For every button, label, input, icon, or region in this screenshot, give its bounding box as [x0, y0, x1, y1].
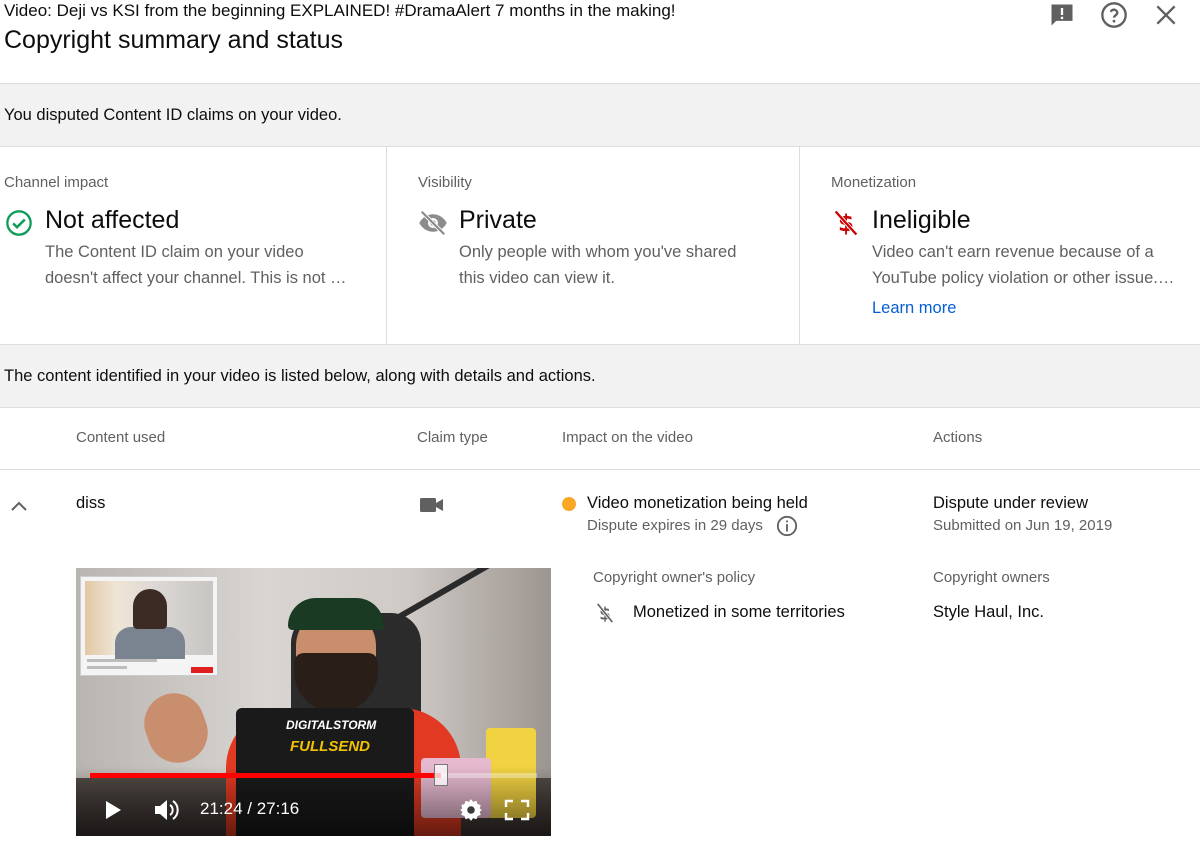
page-title: Copyright summary and status [4, 26, 344, 54]
table-header: Content used Claim type Impact on the vi… [0, 408, 1200, 470]
card-description-line: YouTube policy violation or other issue.… [872, 269, 1175, 287]
card-channel-impact: Channel impact Not affected The Content … [0, 147, 386, 344]
column-header-impact: Impact on the video [562, 429, 693, 446]
action-subtext: Submitted on Jun 19, 2019 [933, 517, 1113, 534]
pip-person-head [133, 589, 167, 629]
card-label: Visibility [418, 174, 472, 191]
pip-person-shirt [115, 627, 185, 659]
policy-label: Copyright owner's policy [593, 569, 756, 586]
card-status: Private [459, 206, 537, 234]
pip-image [85, 581, 213, 659]
card-visibility: Visibility Private Only people with whom… [386, 147, 799, 344]
feedback-icon[interactable] [1047, 0, 1077, 30]
card-description-line: The Content ID claim on your video [45, 243, 304, 261]
help-icon[interactable] [1099, 0, 1129, 30]
card-description: The Content ID claim on your video doesn… [45, 239, 355, 291]
settings-icon[interactable] [456, 796, 486, 824]
dispute-banner-text: You disputed Content ID claims on your v… [4, 105, 342, 124]
chevron-up-icon[interactable] [6, 493, 32, 519]
no-dollar-icon: $ [831, 208, 861, 238]
owners-label: Copyright owners [933, 569, 1050, 586]
impact-subtext: Dispute expires in 29 days [587, 517, 763, 534]
card-status: Ineligible [872, 206, 971, 234]
card-label: Channel impact [4, 174, 109, 191]
owners-value: Style Haul, Inc. [933, 603, 1044, 621]
card-description-line: Only people with whom you've shared [459, 243, 737, 261]
picture-in-picture [80, 576, 218, 676]
card-label: Monetization [831, 174, 917, 191]
close-icon[interactable] [1151, 0, 1181, 30]
check-circle-icon [4, 208, 34, 238]
eye-off-icon [418, 208, 448, 238]
content-banner: The content identified in your video is … [0, 345, 1200, 408]
progress-fill [90, 773, 441, 778]
impact-status: Video monetization being held [587, 494, 808, 512]
learn-more-link[interactable]: Learn more [872, 299, 956, 318]
card-status: Not affected [45, 206, 180, 234]
video-player[interactable]: DIGITALSTORM FULLSEND 21:24 / 27:16 [76, 568, 551, 836]
column-header-content-used: Content used [76, 429, 166, 446]
card-description-line: Video can't earn revenue because of a [872, 243, 1154, 261]
dialog-header: Video: Deji vs KSI from the beginning EX… [0, 0, 1200, 84]
content-banner-text: The content identified in your video is … [4, 366, 596, 385]
summary-cards: Channel impact Not affected The Content … [0, 147, 1200, 345]
pip-text-line [87, 666, 127, 669]
column-header-claim-type: Claim type [417, 429, 488, 446]
content-used-value: diss [76, 494, 106, 512]
policy-value: Monetized in some territories [633, 603, 845, 621]
laptop-brand: DIGITALSTORM [286, 718, 377, 732]
action-status: Dispute under review [933, 494, 1088, 512]
card-description-line: doesn't affect your channel. This is not… [45, 269, 347, 287]
time-display: 21:24 / 27:16 [200, 799, 300, 818]
video-title: Video: Deji vs KSI from the beginning EX… [4, 1, 676, 20]
pip-text-line [87, 659, 157, 662]
status-dot [562, 497, 576, 511]
laptop-text: FULLSEND [290, 738, 370, 755]
card-description: Video can't earn revenue because of a Yo… [872, 239, 1182, 291]
progress-bar[interactable] [90, 773, 537, 778]
person-hat [288, 598, 384, 630]
card-monetization: Monetization $ Ineligible Video can't ea… [799, 147, 1200, 344]
column-header-actions: Actions [933, 429, 983, 446]
card-description-line: this video can view it. [459, 269, 615, 287]
video-camera-icon [419, 495, 445, 520]
pip-subscribe-button [191, 667, 213, 673]
scrubber-handle[interactable] [433, 764, 448, 786]
play-icon[interactable] [100, 796, 126, 824]
volume-icon[interactable] [152, 796, 182, 824]
fullscreen-icon[interactable] [502, 796, 532, 824]
no-dollar-icon: $ [594, 600, 616, 631]
info-icon[interactable] [776, 515, 798, 542]
dispute-banner: You disputed Content ID claims on your v… [0, 84, 1200, 147]
card-description: Only people with whom you've shared this… [459, 239, 769, 291]
